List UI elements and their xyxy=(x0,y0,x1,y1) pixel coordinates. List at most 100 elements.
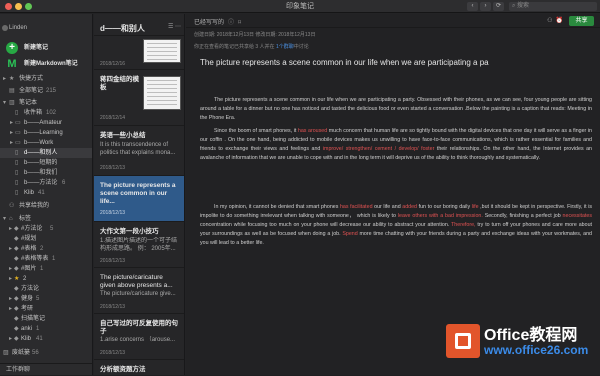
list-item[interactable]: 分析额资题方法 xyxy=(94,360,184,375)
group-chat-link[interactable]: 1个群聊 xyxy=(276,44,294,50)
shared-icon: ⚇ xyxy=(9,203,15,209)
paragraph-3[interactable]: In my opinion, it cannot be denied that … xyxy=(200,203,592,248)
sidebar-tag-scan[interactable]: ◆ 扫描笔记 xyxy=(0,314,92,324)
sidebar-item-tags[interactable]: ▾ ⌂ 标签 xyxy=(0,214,92,224)
forward-icon[interactable]: › xyxy=(480,2,491,11)
sidebar-tag-anki[interactable]: ◆ anki 1 xyxy=(0,324,92,334)
title-bar: 印象笔记 ‹ › ⟳ ⌕ 搜索 xyxy=(0,0,600,13)
sidebar-item-learning[interactable]: ▸ ▭ b——Learning xyxy=(0,128,92,138)
tag-icon: ◆ xyxy=(14,256,19,262)
disclosure-open-icon: ▾ xyxy=(3,100,7,106)
site-watermark: Office教程网 www.office26.com xyxy=(446,320,596,364)
list-item[interactable]: 蒋四金结的模板 2018/12/14 xyxy=(94,70,184,126)
sidebar-item-short-term[interactable]: ▯ b——短期的 xyxy=(0,158,92,168)
back-icon[interactable]: ‹ xyxy=(467,2,478,11)
sidebar-item-shared-with-me[interactable]: ⚇ 共享给我的 xyxy=(0,201,92,211)
sidebar: Linden + 新建笔记 M 新建Markdown笔记 ▸ ★ 快捷方式 ▤ … xyxy=(0,14,93,375)
note-dates: 创建日期: 2018年12月13日 修改日期: 2018年12月13日 xyxy=(194,32,316,38)
tag-icon: ◆ xyxy=(14,226,19,232)
sidebar-item-klib[interactable]: ▯ Klib 41 xyxy=(0,188,92,198)
list-item[interactable]: 自己写过的可反复使用的句子 1.arise concerns （arouse..… xyxy=(94,314,184,360)
people-icon[interactable]: ⚇ xyxy=(547,18,555,24)
sidebar-tag-star[interactable]: ▸ ★ 2 xyxy=(0,274,92,284)
list-item[interactable]: 2018/12/16 xyxy=(94,36,184,70)
new-note-button[interactable]: + 新建笔记 xyxy=(6,42,91,54)
trash-icon: ▨ xyxy=(3,350,9,356)
notebook-icon: ▥ xyxy=(9,100,15,106)
search-input[interactable]: ⌕ 搜索 xyxy=(509,2,597,11)
disclosure-arrow-icon: ▸ xyxy=(10,130,14,136)
list-item[interactable]: 大作文第一段小技巧 1.描述图片描述的一个可子结构形成思路。 例： 2005年.… xyxy=(94,222,184,268)
sidebar-item-work[interactable]: ▸ ▭ b——Work xyxy=(0,138,92,148)
sidebar-tag-table-list[interactable]: ◆ #表格等表 1 xyxy=(0,254,92,264)
editor-toolbar: 已经写写的 ⓘ ⌑ ⚇⏰ 共享 xyxy=(186,14,600,28)
plus-icon: + xyxy=(6,42,18,54)
sidebar-item-with-others[interactable]: ▯ d——和别人 xyxy=(0,148,92,158)
star-icon: ★ xyxy=(9,76,15,82)
collab-notice: 你正在查看的笔记已共享给 3 人并在 1个群聊中讨论 xyxy=(194,44,309,50)
avatar[interactable] xyxy=(2,25,8,31)
note-path[interactable]: 已经写写的 ⓘ ⌑ xyxy=(194,17,241,26)
office-logo-icon xyxy=(446,324,480,358)
sidebar-tag-klib[interactable]: ▸ ◆ Klib 41 xyxy=(0,334,92,344)
sidebar-item-amateur[interactable]: ▸ ▭ b——Amateur xyxy=(0,118,92,128)
sidebar-tag-plan[interactable]: ◆ #规划 xyxy=(0,234,92,244)
sidebar-item-all-notes[interactable]: ▤ 全部笔记 215 xyxy=(0,86,92,96)
editor-action-icons: ⚇⏰ xyxy=(547,17,566,24)
sync-icon[interactable]: ⟳ xyxy=(493,2,504,11)
sidebar-item-with-us[interactable]: ▯ b——和我们 xyxy=(0,168,92,178)
notebook-title: d——和别人 xyxy=(100,24,145,33)
sidebar-item-inbox[interactable]: ▯ 收件箱 102 xyxy=(0,108,92,118)
disclosure-arrow-icon: ▸ xyxy=(10,140,14,146)
user-name[interactable]: Linden xyxy=(9,25,27,31)
sidebar-tag-method[interactable]: ◆ 方法论 xyxy=(0,284,92,294)
tag-icon: ⌂ xyxy=(9,216,13,222)
sidebar-tag-exam[interactable]: ▸ ◆ 考研 xyxy=(0,304,92,314)
stack-icon: ▭ xyxy=(15,140,21,146)
sidebar-tag-table[interactable]: ▸ ◆ #表格 2 xyxy=(0,244,92,254)
note-thumbnail xyxy=(143,76,181,110)
sidebar-item-methodology[interactable]: ▯ b——方法论 6 xyxy=(0,178,92,188)
list-item[interactable]: The picture/caricature given above prese… xyxy=(94,268,184,314)
note-title[interactable]: The picture represents a scene common in… xyxy=(200,58,590,67)
sidebar-item-notebooks[interactable]: ▾ ▥ 笔记本 xyxy=(0,98,92,108)
share-button[interactable]: 共享 xyxy=(569,16,594,26)
tag-icon: ◆ xyxy=(14,296,19,302)
tag-icon: ◆ xyxy=(14,266,19,272)
tag-icon[interactable]: ⌑ xyxy=(238,20,241,26)
paragraph-1[interactable]: The picture represents a scene common in… xyxy=(200,96,592,123)
notebook-icon: ▯ xyxy=(15,180,19,186)
tag-icon: ◆ xyxy=(14,236,19,242)
tag-icon: ◆ xyxy=(14,246,19,252)
watermark-url: www.office26.com xyxy=(484,343,589,357)
sidebar-item-shortcuts[interactable]: ▸ ★ 快捷方式 xyxy=(0,74,92,84)
new-markdown-button[interactable]: M 新建Markdown笔记 xyxy=(6,58,91,70)
paragraph-2[interactable]: Since the boom of smart phones, it has a… xyxy=(200,127,592,163)
sidebar-tag-image[interactable]: ▸ ◆ #图片 1 xyxy=(0,264,92,274)
disclosure-arrow-icon: ▸ xyxy=(9,226,13,232)
list-item[interactable]: 英语一些小总结 It is this transcendence of poli… xyxy=(94,126,184,176)
tag-icon: ◆ xyxy=(14,336,19,342)
notebook-icon: ▯ xyxy=(15,170,19,176)
stack-icon: ▭ xyxy=(15,130,21,136)
sidebar-item-trash[interactable]: ▨ 废纸篓 56 xyxy=(0,348,92,358)
notebook-icon: ▯ xyxy=(15,190,19,196)
note-list-header: d——和别人 ☰ ⋯ xyxy=(94,14,184,36)
list-options-icon[interactable]: ☰ ⋯ xyxy=(168,23,181,30)
list-item-selected[interactable]: The picture represents a scene common in… xyxy=(94,176,184,222)
notebook-icon: ▯ xyxy=(15,150,19,156)
tag-icon: ◆ xyxy=(14,326,19,332)
new-note-label: 新建笔记 xyxy=(24,45,49,51)
disclosure-arrow-icon: ▸ xyxy=(9,266,13,272)
note-list: d——和别人 ☰ ⋯ 2018/12/16 蒋四金结的模板 2018/12/14… xyxy=(94,14,185,375)
notebook-icon: ▯ xyxy=(15,160,19,166)
note-thumbnail xyxy=(143,39,181,63)
notebook-icon: ▯ xyxy=(15,110,19,116)
disclosure-arrow-icon: ▸ xyxy=(9,306,13,312)
sidebar-tag-fitness[interactable]: ▸ ◆ 健身 5 xyxy=(0,294,92,304)
reminder-icon[interactable]: ⏰ xyxy=(556,18,566,24)
notes-icon: ▤ xyxy=(9,88,15,94)
info-icon[interactable]: ⓘ xyxy=(228,20,234,26)
work-chat-button[interactable]: 工作群聊 xyxy=(0,363,92,375)
sidebar-tag-methodology[interactable]: ▸ ◆ #方法论 5 xyxy=(0,224,92,234)
